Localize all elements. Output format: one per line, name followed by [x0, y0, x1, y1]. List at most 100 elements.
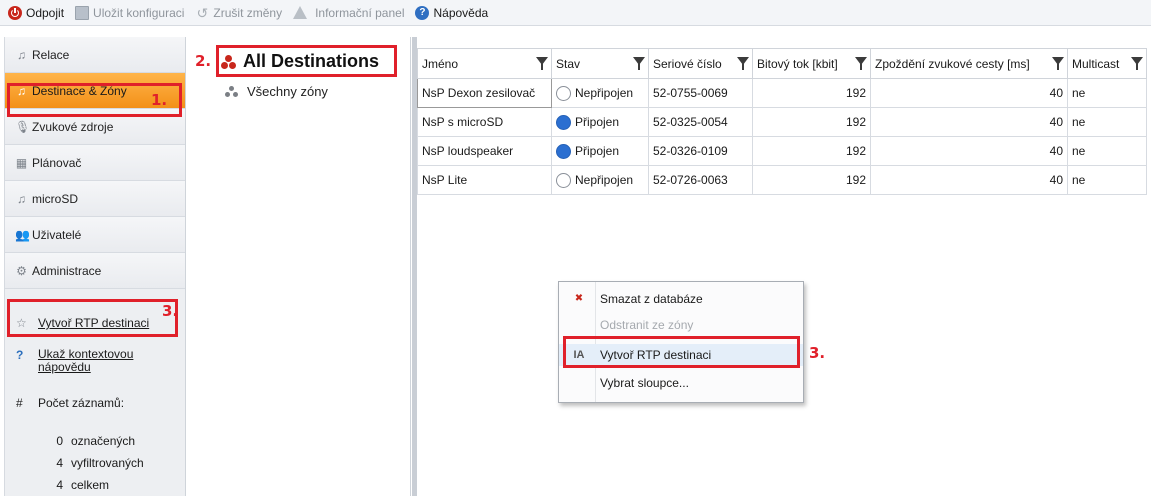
status-disconnected-icon: [556, 85, 571, 101]
cell-bitrate[interactable]: 192: [752, 136, 871, 166]
cell-multicast[interactable]: ne: [1067, 136, 1147, 166]
delete-db-icon: ✖: [574, 293, 584, 304]
sidebar-item-relace[interactable]: ♫ Relace: [5, 37, 185, 73]
table-row[interactable]: NsP Dexon zesilovač Nepřipojen 52-0755-0…: [417, 78, 1147, 108]
microphone-icon: 🎙: [15, 119, 31, 134]
menu-item-label: Vybrat sloupce...: [600, 376, 689, 390]
stat-number: 0: [56, 434, 63, 448]
help-button[interactable]: ? Nápověda: [411, 2, 492, 24]
sidebar-item-users[interactable]: 👥 Uživatelé: [5, 217, 185, 253]
sidebar-item-administration[interactable]: ⚙ Administrace: [5, 253, 185, 289]
help-label: Nápověda: [433, 5, 489, 20]
step-label-3-menu: 3.: [809, 344, 826, 362]
status-label: Připojen: [575, 115, 620, 129]
cell-bitrate[interactable]: 192: [752, 78, 871, 108]
column-header-label: Bitový tok [kbit]: [757, 56, 838, 71]
column-header-serial[interactable]: Seriové číslo: [648, 48, 753, 79]
column-header-bitrate[interactable]: Bitový tok [kbit]: [752, 48, 871, 79]
destinations-table: Jméno Stav Seriové číslo Bitový tok [kbi…: [417, 48, 1147, 195]
filter-icon[interactable]: [1131, 57, 1143, 70]
discard-changes-button[interactable]: ↺ Zrušit změny: [191, 2, 286, 24]
destinations-grid: Jméno Stav Seriové číslo Bitový tok [kbi…: [417, 48, 1151, 496]
highlight-box-step3-sidebar: [7, 299, 178, 337]
cell-status[interactable]: Nepřipojen: [551, 165, 649, 195]
cell-bitrate[interactable]: 192: [752, 107, 871, 137]
cell-serial[interactable]: 52-0726-0063: [648, 165, 753, 195]
cell-serial[interactable]: 52-0755-0069: [648, 78, 753, 108]
sidebar-item-scheduler[interactable]: ▦ Plánovač: [5, 145, 185, 181]
table-row[interactable]: NsP s microSD Připojen 52-0325-0054 192 …: [417, 107, 1147, 137]
cell-serial[interactable]: 52-0325-0054: [648, 107, 753, 137]
filter-icon[interactable]: [1052, 57, 1064, 70]
filter-icon[interactable]: [855, 57, 867, 70]
cell-status[interactable]: Nepřipojen: [551, 78, 649, 108]
context-help-label: Ukaž kontextovou nápovědu: [38, 347, 134, 374]
cell-name[interactable]: NsP Dexon zesilovač: [417, 78, 552, 108]
filter-icon[interactable]: [633, 57, 645, 70]
cell-status[interactable]: Připojen: [551, 107, 649, 137]
status-connected-icon: [556, 114, 571, 130]
discard-changes-label: Zrušit změny: [213, 5, 283, 20]
stat-label: celkem: [71, 478, 110, 492]
column-header-label: Seriové číslo: [653, 56, 722, 71]
menu-item-choose-columns[interactable]: Vybrat sloupce...: [559, 372, 803, 394]
column-header-multicast[interactable]: Multicast: [1067, 48, 1147, 79]
info-panel-button[interactable]: Informační panel: [289, 2, 408, 24]
cell-delay[interactable]: 40: [870, 136, 1068, 166]
sidebar-item-label: Administrace: [32, 263, 102, 278]
cell-multicast[interactable]: ne: [1067, 107, 1147, 137]
stat-row-filtered: 4 vyfiltrovaných: [5, 452, 185, 474]
highlight-box-step3-menu: [563, 336, 800, 368]
sidebar-item-label: Uživatelé: [32, 227, 82, 242]
save-config-label: Uložit konfiguraci: [93, 5, 185, 20]
warning-icon: [293, 6, 308, 19]
column-header-delay[interactable]: Zpoždění zvukové cesty [ms]: [870, 48, 1068, 79]
context-help-link[interactable]: ? Ukaž kontextovou nápovědu: [5, 348, 175, 374]
column-header-name[interactable]: Jméno: [417, 48, 552, 79]
tree-node-all-zones[interactable]: Všechny zóny: [225, 84, 328, 99]
sidebar-item-label: Relace: [32, 47, 70, 62]
stat-number: 4: [56, 478, 63, 492]
cell-name[interactable]: NsP loudspeaker: [417, 136, 552, 166]
status-label: Nepřipojen: [575, 86, 634, 100]
status-connected-icon: [556, 143, 571, 159]
cell-delay[interactable]: 40: [870, 107, 1068, 137]
menu-item-delete-from-db[interactable]: ✖ Smazat z databáze: [559, 288, 803, 310]
cell-serial[interactable]: 52-0326-0109: [648, 136, 753, 166]
cell-name[interactable]: NsP Lite: [417, 165, 552, 195]
save-config-button[interactable]: Uložit konfiguraci: [71, 2, 188, 24]
cell-status[interactable]: Připojen: [551, 136, 649, 166]
filter-icon[interactable]: [536, 57, 548, 70]
table-row[interactable]: NsP Lite Nepřipojen 52-0726-0063 192 40 …: [417, 165, 1147, 195]
power-icon: [8, 5, 22, 20]
table-header-row: Jméno Stav Seriové číslo Bitový tok [kbi…: [417, 48, 1147, 79]
cell-name[interactable]: NsP s microSD: [417, 107, 552, 137]
cell-multicast[interactable]: ne: [1067, 78, 1147, 108]
column-header-label: Zpoždění zvukové cesty [ms]: [875, 56, 1030, 71]
highlight-box-step2: [216, 45, 397, 77]
tree-child-label: Všechny zóny: [247, 84, 328, 99]
sidebar-item-microsd[interactable]: ♫ microSD: [5, 181, 185, 217]
gears-icon: ⚙: [16, 263, 27, 278]
disconnect-button[interactable]: Odpojit: [4, 2, 68, 24]
hash-icon: #: [16, 396, 23, 410]
filter-icon[interactable]: [737, 57, 749, 70]
cell-delay[interactable]: 40: [870, 165, 1068, 195]
column-header-label: Stav: [556, 56, 581, 71]
cell-bitrate[interactable]: 192: [752, 165, 871, 195]
table-row[interactable]: NsP loudspeaker Připojen 52-0326-0109 19…: [417, 136, 1147, 166]
save-icon: [75, 5, 90, 20]
info-panel-label: Informační panel: [315, 5, 405, 20]
question-icon: ?: [16, 348, 24, 362]
toolbar: Odpojit Uložit konfiguraci ↺ Zrušit změn…: [0, 0, 1151, 26]
column-header-label: Jméno: [422, 56, 459, 71]
cell-multicast[interactable]: ne: [1067, 165, 1147, 195]
menu-item-remove-from-zone[interactable]: Odstranit ze zóny: [559, 314, 803, 336]
column-header-status[interactable]: Stav: [551, 48, 649, 79]
undo-icon: ↺: [196, 4, 209, 21]
calendar-icon: ▦: [15, 155, 28, 170]
sidebar-item-label: Plánovač: [32, 155, 82, 170]
stat-row-selected: 0 označených: [5, 430, 185, 452]
cell-delay[interactable]: 40: [870, 78, 1068, 108]
zones-group-icon: [225, 85, 241, 99]
